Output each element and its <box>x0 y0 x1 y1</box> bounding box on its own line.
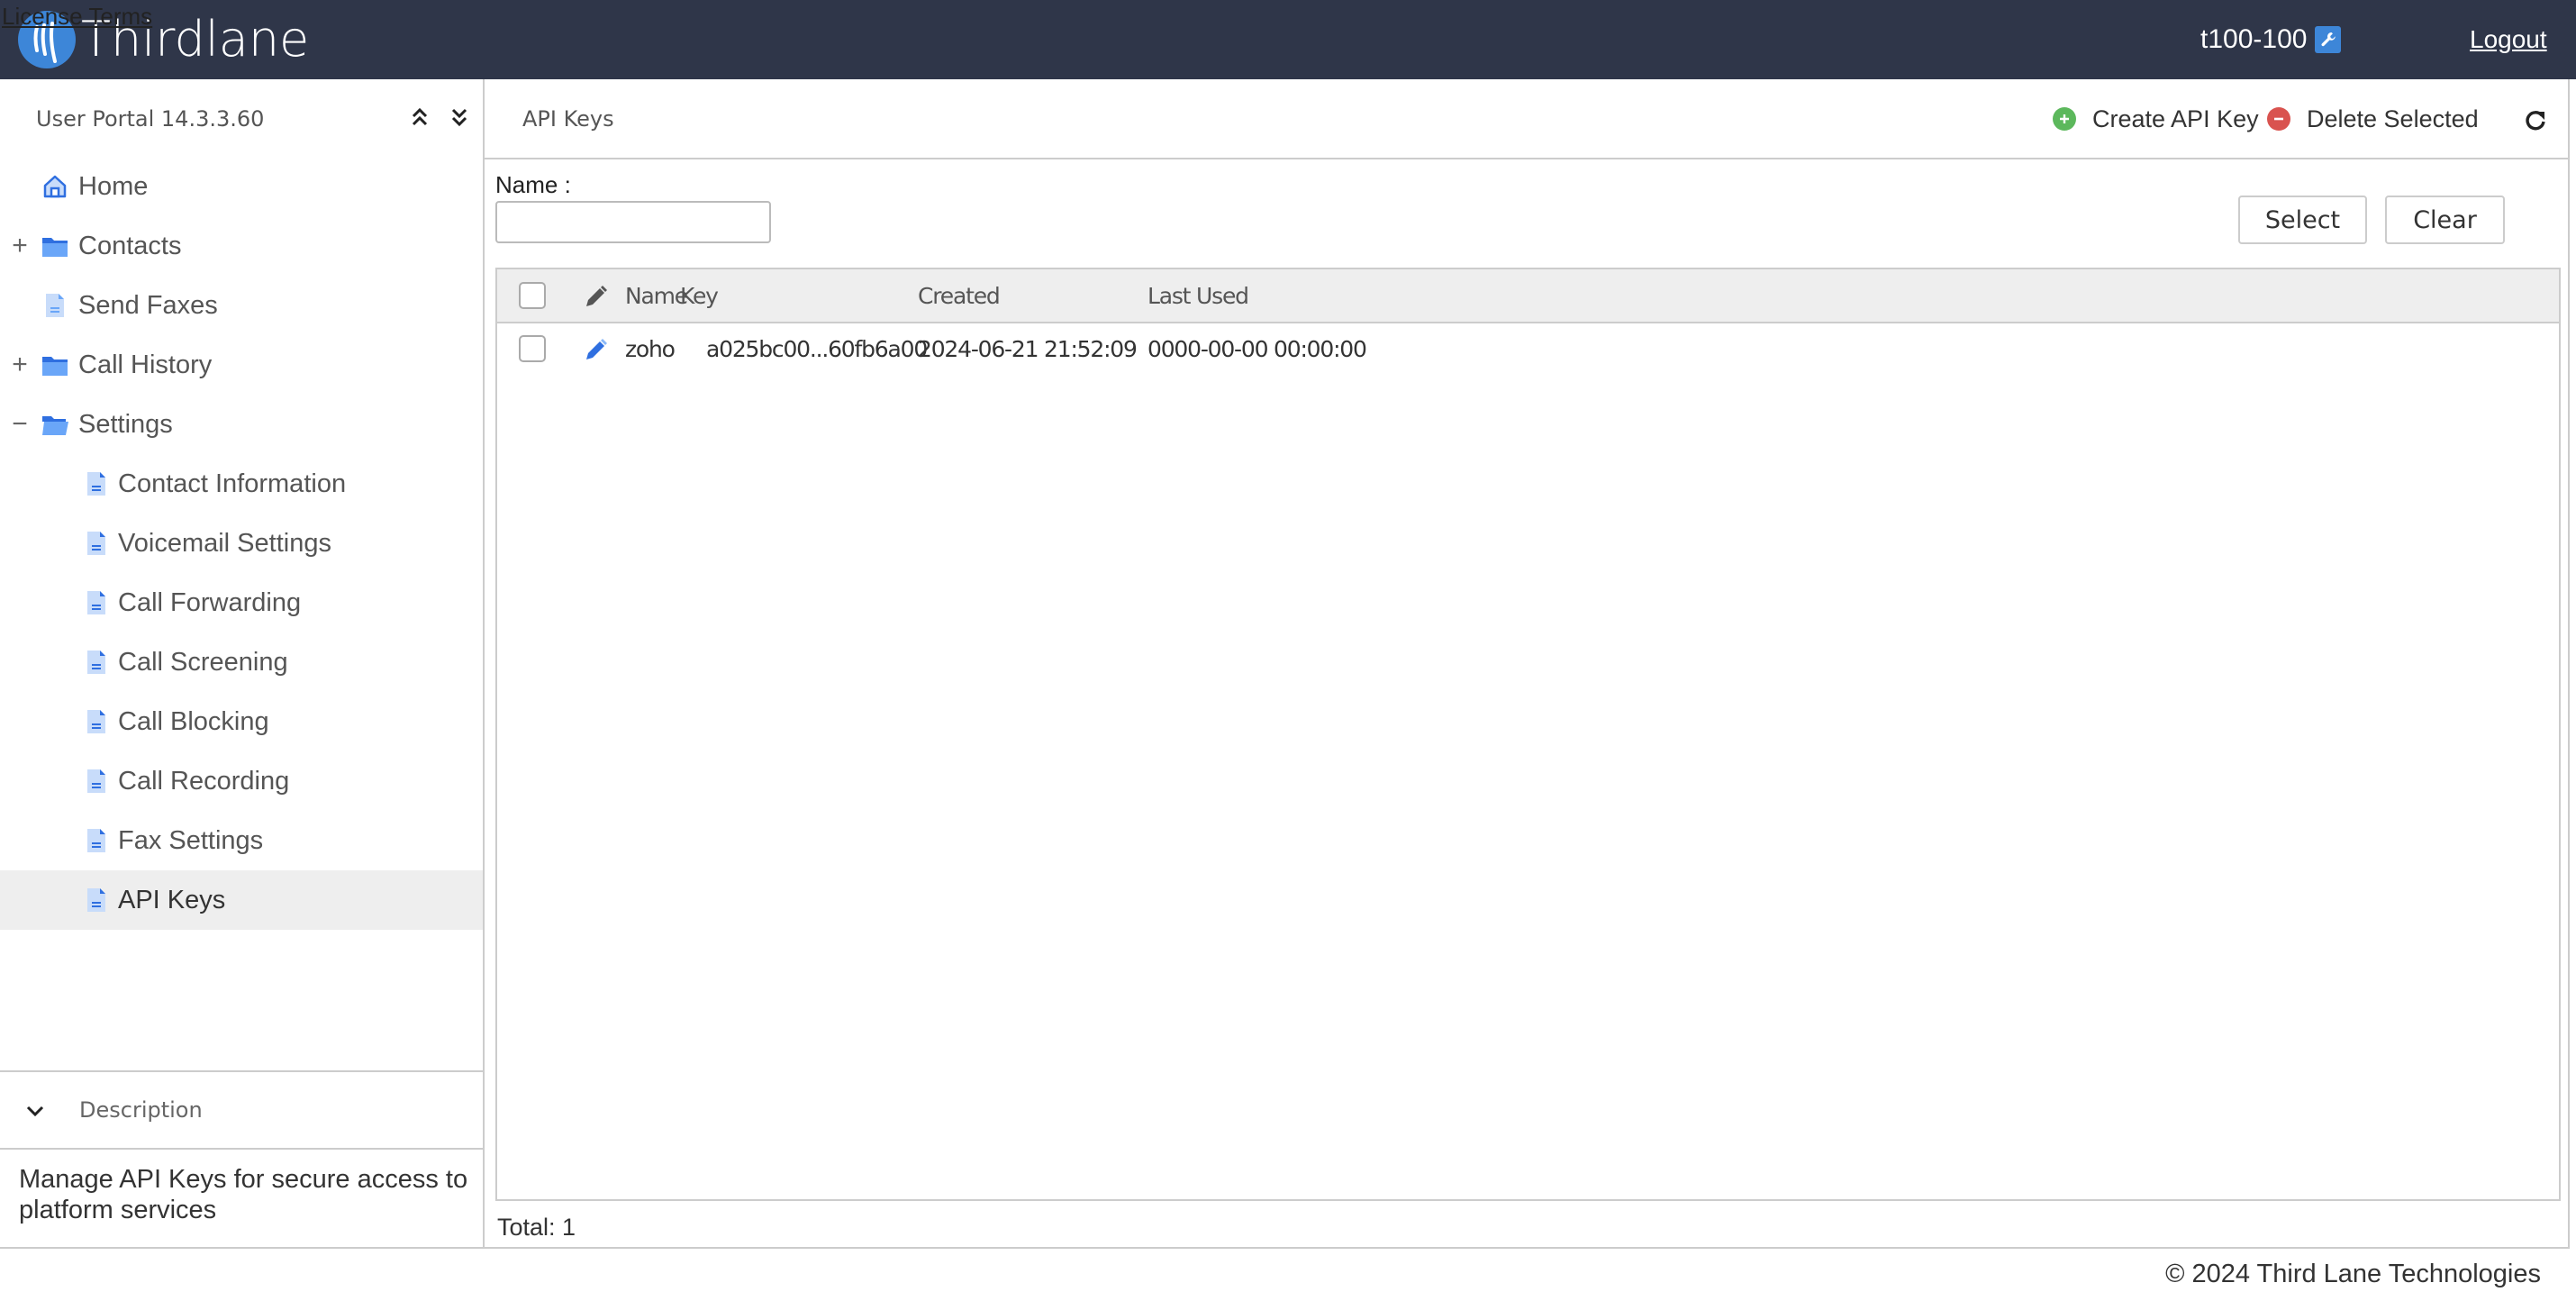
folder-open-icon <box>41 411 68 438</box>
sidebar-item-label: Settings <box>78 410 173 439</box>
sidebar-item-label: Contacts <box>78 232 182 260</box>
sidebar-item-contacts[interactable]: + Contacts <box>0 216 483 276</box>
name-filter-input[interactable] <box>495 201 771 243</box>
create-api-key-label: Create API Key <box>2092 105 2259 132</box>
sidebar-item-label: Voicemail Settings <box>118 529 331 558</box>
minus-circle-icon <box>2267 107 2290 131</box>
refresh-icon[interactable] <box>2522 106 2549 133</box>
total-count: Total: 1 <box>497 1214 576 1241</box>
sidebar-item-label: Fax Settings <box>118 826 264 855</box>
sidebar-item-label: Call History <box>78 350 213 379</box>
document-icon <box>83 649 110 676</box>
delete-selected-label: Delete Selected <box>2307 105 2479 132</box>
document-icon <box>83 530 110 557</box>
description-title: Description <box>79 1097 203 1123</box>
column-header-created[interactable]: Created <box>918 283 1001 310</box>
document-icon <box>83 708 110 735</box>
folder-icon <box>41 232 68 259</box>
column-header-name[interactable]: Name <box>625 283 688 310</box>
double-chevron-up-icon[interactable] <box>407 105 432 130</box>
document-icon <box>83 589 110 616</box>
sidebar-item-label: Send Faxes <box>78 291 218 320</box>
api-keys-table: Name Key Created Last Used zoho a025bc00… <box>495 268 2561 1201</box>
document-icon <box>83 470 110 497</box>
clear-button[interactable]: Clear <box>2385 196 2505 244</box>
license-terms-link[interactable]: License Terms <box>2 4 152 29</box>
table-header: Name Key Created Last Used <box>497 269 2559 323</box>
sidebar-item-call-forwarding[interactable]: Call Forwarding <box>0 573 483 632</box>
sidebar-item-label: Call Forwarding <box>118 588 302 617</box>
name-filter-label: Name : <box>495 171 571 198</box>
sidebar-item-call-history[interactable]: + Call History <box>0 335 483 395</box>
sidebar-item-label: Call Screening <box>118 648 288 677</box>
sidebar-item-label: Contact Information <box>118 469 347 498</box>
sidebar-item-send-faxes[interactable]: Send Faxes <box>0 276 483 335</box>
sidebar-item-api-keys[interactable]: API Keys <box>0 870 483 930</box>
sidebar-item-voicemail-settings[interactable]: Voicemail Settings <box>0 514 483 573</box>
column-header-last-used[interactable]: Last Used <box>1147 283 1249 310</box>
cell-key: a025bc00...60fb6a00 <box>706 336 928 362</box>
sidebar-item-label: Call Recording <box>118 767 290 796</box>
document-icon <box>41 292 68 319</box>
plus-circle-icon <box>2053 107 2076 131</box>
sidebar-item-label: Call Blocking <box>118 707 269 736</box>
sidebar-item-label: Home <box>78 172 149 201</box>
main-panel: API Keys Create API Key Delete Selected … <box>485 79 2570 1247</box>
edit-pencil-icon[interactable] <box>582 337 609 364</box>
home-icon <box>41 173 68 200</box>
sidebar-item-settings[interactable]: − Settings <box>0 395 483 454</box>
expand-toggle[interactable]: + <box>9 232 31 259</box>
row-checkbox[interactable] <box>519 335 546 362</box>
sidebar-item-fax-settings[interactable]: Fax Settings <box>0 811 483 870</box>
expand-toggle[interactable]: + <box>9 351 31 378</box>
wrench-icon[interactable] <box>2315 26 2341 53</box>
sidebar-item-call-screening[interactable]: Call Screening <box>0 632 483 692</box>
copyright-text: © 2024 Third Lane Technologies <box>2165 1260 2541 1288</box>
select-button[interactable]: Select <box>2238 196 2367 244</box>
select-all-checkbox[interactable] <box>519 282 546 309</box>
edit-column-pencil-icon <box>582 284 609 311</box>
top-header: Thirdlane License Terms t100-100 Logout <box>0 0 2576 79</box>
sidebar-item-contact-information[interactable]: Contact Information <box>0 454 483 514</box>
navigation-tree: Home + Contacts Send Faxes + Call Histor… <box>0 157 483 930</box>
footer: © 2024 Third Lane Technologies <box>0 1249 2570 1299</box>
sidebar-item-call-recording[interactable]: Call Recording <box>0 751 483 811</box>
sidebar-item-home[interactable]: Home <box>0 157 483 216</box>
sidebar-item-call-blocking[interactable]: Call Blocking <box>0 692 483 751</box>
chevron-down-icon[interactable] <box>23 1099 47 1123</box>
document-icon <box>83 768 110 795</box>
delete-selected-button[interactable]: Delete Selected <box>2267 99 2479 139</box>
column-header-key[interactable]: Key <box>680 283 719 310</box>
cell-created: 2024-06-21 21:52:09 <box>918 336 1138 362</box>
folder-icon <box>41 351 68 378</box>
panel-header: API Keys Create API Key Delete Selected <box>485 79 2568 159</box>
logout-link[interactable]: Logout <box>2470 22 2547 58</box>
description-header[interactable]: Description <box>0 1070 483 1150</box>
current-user: t100-100 <box>2200 24 2308 54</box>
document-icon <box>83 887 110 914</box>
collapse-toggle[interactable]: − <box>9 411 31 438</box>
cell-name: zoho <box>625 336 676 362</box>
document-icon <box>83 827 110 854</box>
description-text: Manage API Keys for secure access to pla… <box>19 1165 468 1224</box>
cell-last-used: 0000-00-00 00:00:00 <box>1147 336 1367 362</box>
sidebar-header: User Portal 14.3.3.60 <box>0 79 483 159</box>
table-row[interactable]: zoho a025bc00...60fb6a00 2024-06-21 21:5… <box>497 323 2559 378</box>
sidebar: User Portal 14.3.3.60 Home + Contacts Se… <box>0 79 485 1247</box>
page-title: API Keys <box>522 106 614 132</box>
double-chevron-down-icon[interactable] <box>447 105 472 130</box>
sidebar-item-label: API Keys <box>118 886 226 914</box>
portal-version: User Portal 14.3.3.60 <box>36 106 265 132</box>
create-api-key-button[interactable]: Create API Key <box>2053 99 2259 139</box>
